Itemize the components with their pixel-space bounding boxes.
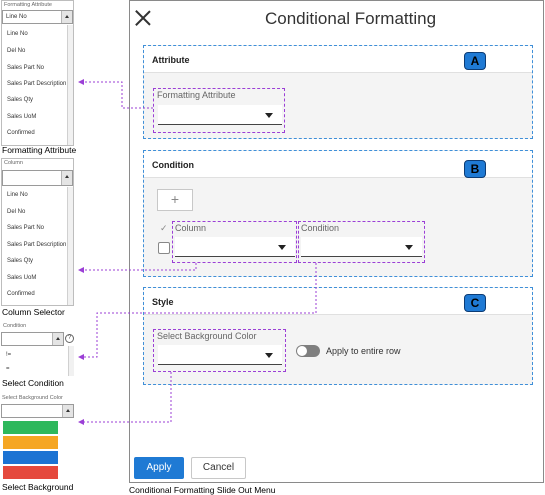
caret-down-icon: [265, 353, 273, 358]
list-item[interactable]: Line No: [7, 192, 28, 198]
select-background-list: Select Background Color: [1, 395, 74, 481]
help-icon[interactable]: ?: [65, 334, 74, 343]
list-item[interactable]: Sales UoM: [7, 114, 36, 120]
section-badge-c: C: [464, 294, 486, 312]
color-swatch-green[interactable]: [3, 421, 58, 434]
list-item[interactable]: Sales Part No: [7, 65, 44, 71]
panel-caption: Conditional Formatting Slide Out Menu: [129, 485, 276, 495]
add-condition-button[interactable]: +: [157, 189, 193, 211]
column-selector-list-header: Column: [4, 160, 23, 166]
column-selector-list: Column Line No Del No Sales Part No Sale…: [1, 158, 74, 306]
apply-to-row-toggle[interactable]: [296, 345, 320, 357]
select-background-select[interactable]: [1, 404, 74, 418]
scrollbar[interactable]: [68, 346, 74, 376]
color-swatch-blue[interactable]: [3, 451, 58, 464]
column-selector-caption: Column Selector: [2, 307, 65, 317]
condition-section-title: Condition: [152, 160, 194, 170]
formatting-attribute-dropdown[interactable]: [158, 105, 282, 125]
list-item[interactable]: Sales UoM: [7, 275, 36, 281]
scrollbar[interactable]: [67, 187, 73, 305]
list-item[interactable]: Sales Qty: [7, 97, 33, 103]
chevron-up-icon[interactable]: [52, 333, 63, 345]
formatting-attribute-label: Formatting Attribute: [157, 90, 236, 100]
background-color-label: Select Background Color: [157, 331, 257, 341]
formatting-attribute-list: Formatting Attribute Line No Line No Del…: [1, 0, 74, 146]
toggle-knob: [297, 346, 307, 356]
color-swatch-red[interactable]: [3, 466, 58, 479]
style-section-title: Style: [152, 297, 174, 307]
column-label: Column: [175, 223, 207, 233]
caret-down-icon: [405, 245, 413, 250]
chevron-up-icon[interactable]: [62, 405, 73, 417]
list-item[interactable]: Confirmed: [7, 291, 35, 297]
apply-to-row-label: Apply to entire row: [326, 346, 401, 356]
column-dropdown[interactable]: [175, 237, 295, 257]
list-item[interactable]: Sales Part Description: [7, 81, 66, 87]
attribute-section-title: Attribute: [152, 55, 190, 65]
list-item[interactable]: Sales Part No: [7, 225, 44, 231]
section-badge-a: A: [464, 52, 486, 70]
list-item[interactable]: Line No: [7, 31, 28, 37]
list-item[interactable]: Confirmed: [7, 130, 35, 136]
condition-label: Condition: [301, 223, 340, 233]
caret-down-icon: [278, 245, 286, 250]
list-item[interactable]: Sales Part Description: [7, 242, 66, 248]
chevron-up-icon[interactable]: [61, 11, 72, 23]
list-item[interactable]: Sales Qty: [7, 258, 33, 264]
check-icon: ✓: [160, 223, 168, 233]
list-item[interactable]: =: [6, 366, 10, 372]
panel-title: Conditional Formatting: [265, 9, 437, 28]
select-condition-list: Condition ? != =: [1, 322, 74, 376]
formatting-attribute-list-header: Formatting Attribute: [4, 2, 52, 8]
condition-dropdown[interactable]: [301, 237, 422, 257]
background-color-dropdown[interactable]: [158, 345, 282, 365]
formatting-attribute-caption: Formatting Attribute: [2, 145, 77, 155]
select-background-caption: Select Background: [2, 482, 74, 492]
row-checkbox[interactable]: [158, 242, 170, 254]
cancel-button[interactable]: Cancel: [191, 457, 246, 479]
close-icon[interactable]: [135, 10, 151, 26]
column-selector-select[interactable]: [2, 170, 73, 186]
formatting-attribute-select[interactable]: Line No: [2, 10, 73, 24]
chevron-up-icon[interactable]: [61, 171, 72, 185]
select-background-list-header: Select Background Color: [2, 395, 63, 401]
caret-down-icon: [265, 113, 273, 118]
apply-button[interactable]: Apply: [134, 457, 184, 479]
list-item[interactable]: Del No: [7, 209, 25, 215]
section-badge-b: B: [464, 160, 486, 178]
list-item[interactable]: Del No: [7, 48, 25, 54]
select-condition-select[interactable]: [1, 332, 64, 346]
select-condition-list-header: Condition: [3, 323, 27, 329]
list-item[interactable]: !=: [6, 352, 11, 358]
select-condition-caption: Select Condition: [2, 378, 64, 388]
formatting-attribute-selected: Line No: [6, 14, 27, 20]
scrollbar[interactable]: [67, 25, 73, 145]
color-swatch-orange[interactable]: [3, 436, 58, 449]
